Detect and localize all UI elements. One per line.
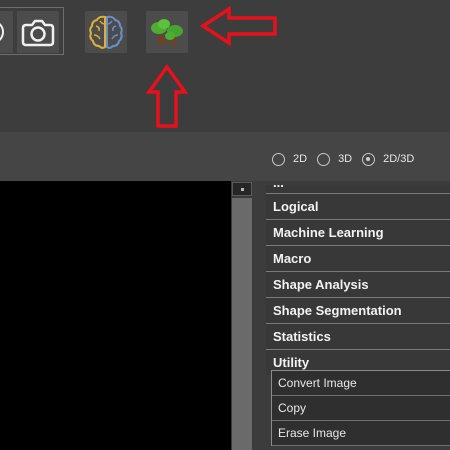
scrollbar-button[interactable] [232, 182, 252, 196]
random-forest-button[interactable] [146, 11, 188, 53]
radio-label: 3D [338, 153, 353, 165]
category-label: Shape Segmentation [273, 303, 402, 318]
category-item-statistics[interactable]: Statistics [266, 323, 450, 349]
category-item-machine-learning[interactable]: Machine Learning [266, 219, 450, 245]
scrollbar-track[interactable] [232, 198, 252, 450]
tool-item-copy[interactable]: Copy [272, 396, 450, 421]
category-item-shape-analysis[interactable]: Shape Analysis [266, 271, 450, 297]
tool-item-erase-image[interactable]: Erase Image [272, 421, 450, 446]
image-viewer[interactable] [0, 181, 231, 450]
left-pointing-arrow-annotation [199, 6, 277, 46]
next-button[interactable] [0, 11, 13, 53]
category-item-partial[interactable]: ... [266, 185, 450, 193]
screenshot-button[interactable] [17, 11, 59, 53]
arrow-right-icon [0, 23, 4, 41]
category-label: Machine Learning [273, 225, 384, 240]
view-mode-2d3d[interactable]: 2D/3D [362, 152, 415, 166]
category-label: Shape Analysis [273, 277, 369, 292]
toolbar [0, 0, 450, 132]
category-label: Utility [273, 355, 310, 370]
radio-label: 2D/3D [383, 153, 415, 165]
category-label: Statistics [273, 329, 331, 344]
category-label: ... [273, 185, 284, 190]
category-list: ... Logical Machine Learning Macro Shape… [266, 185, 450, 375]
up-pointing-arrow-annotation [146, 64, 188, 128]
radio-button[interactable] [272, 152, 285, 166]
category-label: Logical [273, 199, 319, 214]
view-mode-2d[interactable]: 2D [272, 152, 308, 166]
category-item-shape-segmentation[interactable]: Shape Segmentation [266, 297, 450, 323]
tool-item-convert-image[interactable]: Convert Image [272, 371, 450, 396]
tool-label: Erase Image [278, 426, 347, 440]
radio-label: 2D [293, 153, 308, 165]
category-label: Macro [273, 251, 312, 266]
radio-button-selected[interactable] [362, 152, 376, 166]
category-item-logical[interactable]: Logical [266, 193, 450, 219]
category-item-macro[interactable]: Macro [266, 245, 450, 271]
tool-label: Convert Image [278, 376, 357, 390]
brain-icon [89, 15, 123, 49]
tool-category-panel: ... Logical Machine Learning Macro Shape… [253, 181, 450, 450]
trees-icon [151, 19, 183, 46]
camera-icon [21, 19, 55, 47]
viewer-scrollbar[interactable] [231, 181, 253, 450]
view-mode-radio-group: 2D 3D 2D/3D [272, 150, 424, 168]
utility-tool-list: Convert Image Copy Erase Image [271, 370, 450, 446]
radio-button[interactable] [317, 152, 331, 166]
view-mode-3d[interactable]: 3D [317, 152, 353, 166]
deep-learning-button[interactable] [85, 11, 127, 53]
tool-label: Copy [278, 401, 307, 415]
